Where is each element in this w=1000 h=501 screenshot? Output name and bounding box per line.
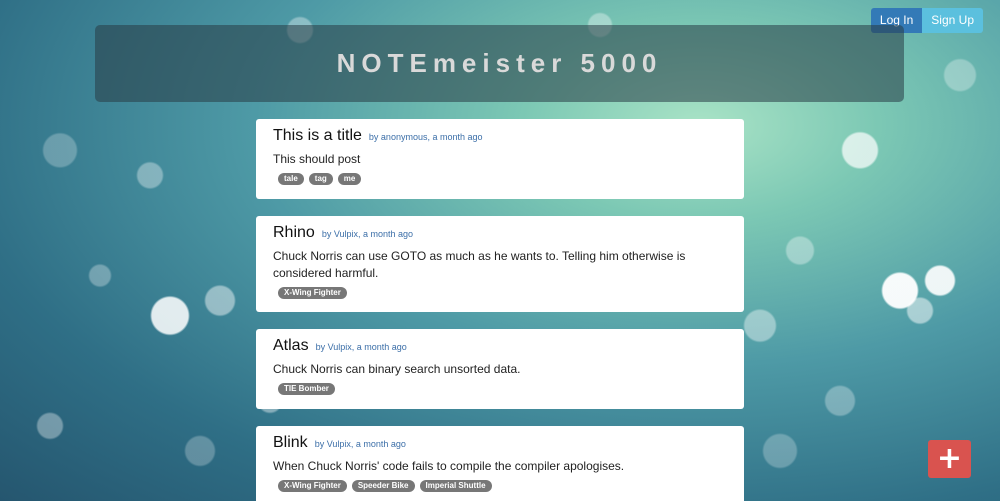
- tag-badge[interactable]: me: [337, 173, 362, 185]
- signup-button[interactable]: Sign Up: [922, 8, 983, 33]
- note-body: Chuck Norris can binary search unsorted …: [273, 362, 521, 376]
- note-tags: X-Wing Fighter Speeder Bike Imperial Shu…: [273, 480, 727, 492]
- note-header: Blink by Vulpix, a month ago: [273, 434, 727, 452]
- note-body: When Chuck Norris' code fails to compile…: [273, 459, 625, 473]
- note-tags: X-Wing Fighter: [273, 287, 727, 299]
- tag-badge[interactable]: Speeder Bike: [351, 480, 415, 492]
- tag-badge[interactable]: X-Wing Fighter: [278, 480, 347, 492]
- note-title: This is a title: [273, 127, 362, 144]
- tag-badge[interactable]: tale: [278, 173, 304, 185]
- note-body: This should post: [273, 152, 361, 166]
- note-card[interactable]: This is a title by anonymous, a month ag…: [256, 119, 744, 199]
- note-header: This is a title by anonymous, a month ag…: [273, 127, 727, 145]
- note-tags: tale tag me: [273, 173, 727, 185]
- note-title: Blink: [273, 434, 308, 451]
- site-banner: NOTEmeister 5000: [95, 25, 904, 102]
- note-meta[interactable]: by Vulpix, a month ago: [322, 229, 413, 239]
- note-meta[interactable]: by anonymous, a month ago: [369, 132, 483, 142]
- note-card[interactable]: Blink by Vulpix, a month ago When Chuck …: [256, 426, 744, 501]
- note-header: Rhino by Vulpix, a month ago: [273, 224, 727, 242]
- note-meta[interactable]: by Vulpix, a month ago: [315, 439, 406, 449]
- note-title: Atlas: [273, 337, 309, 354]
- plus-icon: +: [936, 441, 963, 476]
- note-card[interactable]: Atlas by Vulpix, a month ago Chuck Norri…: [256, 329, 744, 409]
- note-body: Chuck Norris can use GOTO as much as he …: [273, 249, 686, 280]
- tag-badge[interactable]: TIE Bomber: [278, 383, 335, 395]
- tag-badge[interactable]: X-Wing Fighter: [278, 287, 347, 299]
- note-header: Atlas by Vulpix, a month ago: [273, 337, 727, 355]
- note-meta[interactable]: by Vulpix, a month ago: [316, 342, 407, 352]
- add-note-button[interactable]: +: [928, 440, 971, 478]
- note-card[interactable]: Rhino by Vulpix, a month ago Chuck Norri…: [256, 216, 744, 312]
- note-title: Rhino: [273, 224, 315, 241]
- note-tags: TIE Bomber: [273, 383, 727, 395]
- tag-badge[interactable]: tag: [308, 173, 333, 185]
- site-title: NOTEmeister 5000: [336, 48, 663, 78]
- tag-badge[interactable]: Imperial Shuttle: [419, 480, 492, 492]
